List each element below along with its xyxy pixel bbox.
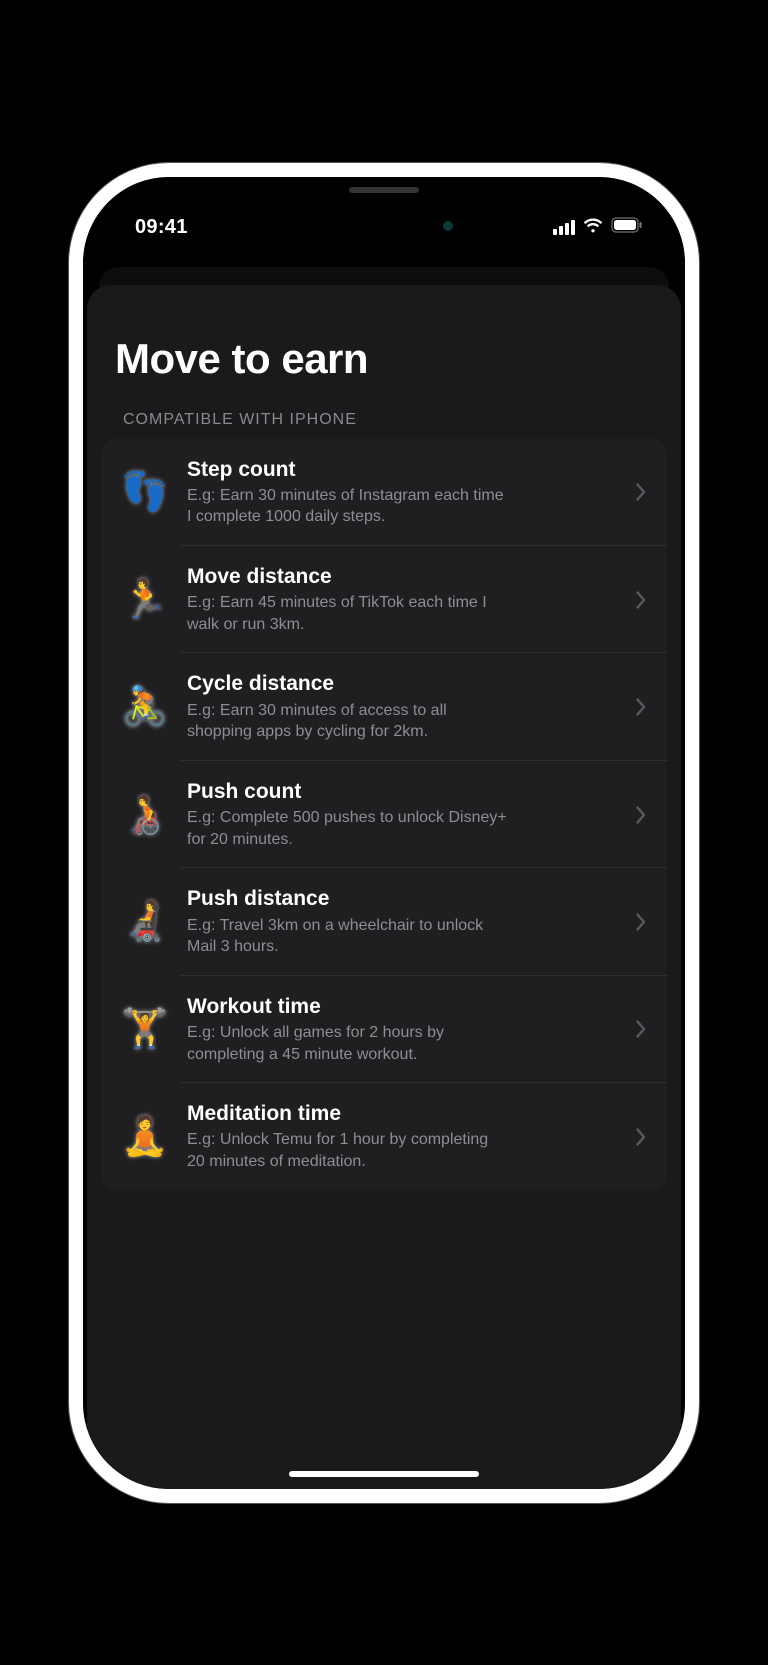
- front-camera-dot: [443, 221, 453, 231]
- item-subtitle: E.g: Unlock Temu for 1 hour by completin…: [187, 1129, 507, 1172]
- home-indicator[interactable]: [289, 1471, 479, 1477]
- item-title: Cycle distance: [187, 671, 619, 697]
- item-subtitle: E.g: Earn 30 minutes of Instagram each t…: [187, 485, 507, 528]
- chevron-right-icon: [629, 1020, 653, 1038]
- item-text-block: Workout time E.g: Unlock all games for 2…: [171, 994, 629, 1065]
- runner-icon: 🏃: [119, 574, 171, 626]
- item-text-block: Push distance E.g: Travel 3km on a wheel…: [171, 886, 629, 957]
- chevron-right-icon: [629, 483, 653, 501]
- dynamic-island: [299, 205, 469, 247]
- item-text-block: Cycle distance E.g: Earn 30 minutes of a…: [171, 671, 629, 742]
- item-subtitle: E.g: Unlock all games for 2 hours by com…: [187, 1022, 507, 1065]
- phone-speaker: [349, 187, 419, 193]
- item-title: Move distance: [187, 564, 619, 590]
- item-title: Meditation time: [187, 1101, 619, 1127]
- item-text-block: Step count E.g: Earn 30 minutes of Insta…: [171, 457, 629, 528]
- app-sheet: Move to earn COMPATIBLE WITH IPHONE 👣 St…: [87, 285, 681, 1489]
- item-text-block: Meditation time E.g: Unlock Temu for 1 h…: [171, 1101, 629, 1172]
- cyclist-icon: 🚴: [119, 681, 171, 733]
- chevron-right-icon: [629, 806, 653, 824]
- phone-frame: 09:41: [69, 163, 699, 1503]
- page-title: Move to earn: [87, 335, 681, 411]
- motorized-wheelchair-icon: 🧑‍🦼: [119, 896, 171, 948]
- list-item-workout-time[interactable]: 🏋️ Workout time E.g: Unlock all games fo…: [101, 976, 667, 1083]
- item-text-block: Move distance E.g: Earn 45 minutes of Ti…: [171, 564, 629, 635]
- cellular-signal-icon: [553, 220, 575, 235]
- item-title: Workout time: [187, 994, 619, 1020]
- status-time: 09:41: [135, 216, 188, 239]
- wheelchair-icon: 🧑‍🦽: [119, 789, 171, 841]
- chevron-right-icon: [629, 698, 653, 716]
- footprints-icon: 👣: [119, 466, 171, 518]
- weightlifter-icon: 🏋️: [119, 1003, 171, 1055]
- list-item-push-distance[interactable]: 🧑‍🦼 Push distance E.g: Travel 3km on a w…: [101, 868, 667, 975]
- chevron-right-icon: [629, 913, 653, 931]
- list-item-move-distance[interactable]: 🏃 Move distance E.g: Earn 45 minutes of …: [101, 546, 667, 653]
- phone-screen: 09:41: [83, 177, 685, 1489]
- item-subtitle: E.g: Complete 500 pushes to unlock Disne…: [187, 807, 507, 850]
- item-title: Push count: [187, 779, 619, 805]
- item-text-block: Push count E.g: Complete 500 pushes to u…: [171, 779, 629, 850]
- battery-icon: [611, 217, 643, 238]
- wifi-icon: [582, 217, 604, 238]
- item-title: Push distance: [187, 886, 619, 912]
- item-subtitle: E.g: Earn 30 minutes of access to all sh…: [187, 700, 507, 743]
- item-title: Step count: [187, 457, 619, 483]
- goal-type-list: 👣 Step count E.g: Earn 30 minutes of Ins…: [101, 439, 667, 1191]
- section-header: COMPATIBLE WITH IPHONE: [87, 411, 681, 439]
- chevron-right-icon: [629, 591, 653, 609]
- meditation-icon: 🧘: [119, 1111, 171, 1163]
- item-subtitle: E.g: Travel 3km on a wheelchair to unloc…: [187, 915, 507, 958]
- list-item-meditation-time[interactable]: 🧘 Meditation time E.g: Unlock Temu for 1…: [101, 1083, 667, 1190]
- status-icons: [553, 217, 643, 238]
- list-item-push-count[interactable]: 🧑‍🦽 Push count E.g: Complete 500 pushes …: [101, 761, 667, 868]
- item-subtitle: E.g: Earn 45 minutes of TikTok each time…: [187, 592, 507, 635]
- list-item-step-count[interactable]: 👣 Step count E.g: Earn 30 minutes of Ins…: [101, 439, 667, 546]
- chevron-right-icon: [629, 1128, 653, 1146]
- list-item-cycle-distance[interactable]: 🚴 Cycle distance E.g: Earn 30 minutes of…: [101, 653, 667, 760]
